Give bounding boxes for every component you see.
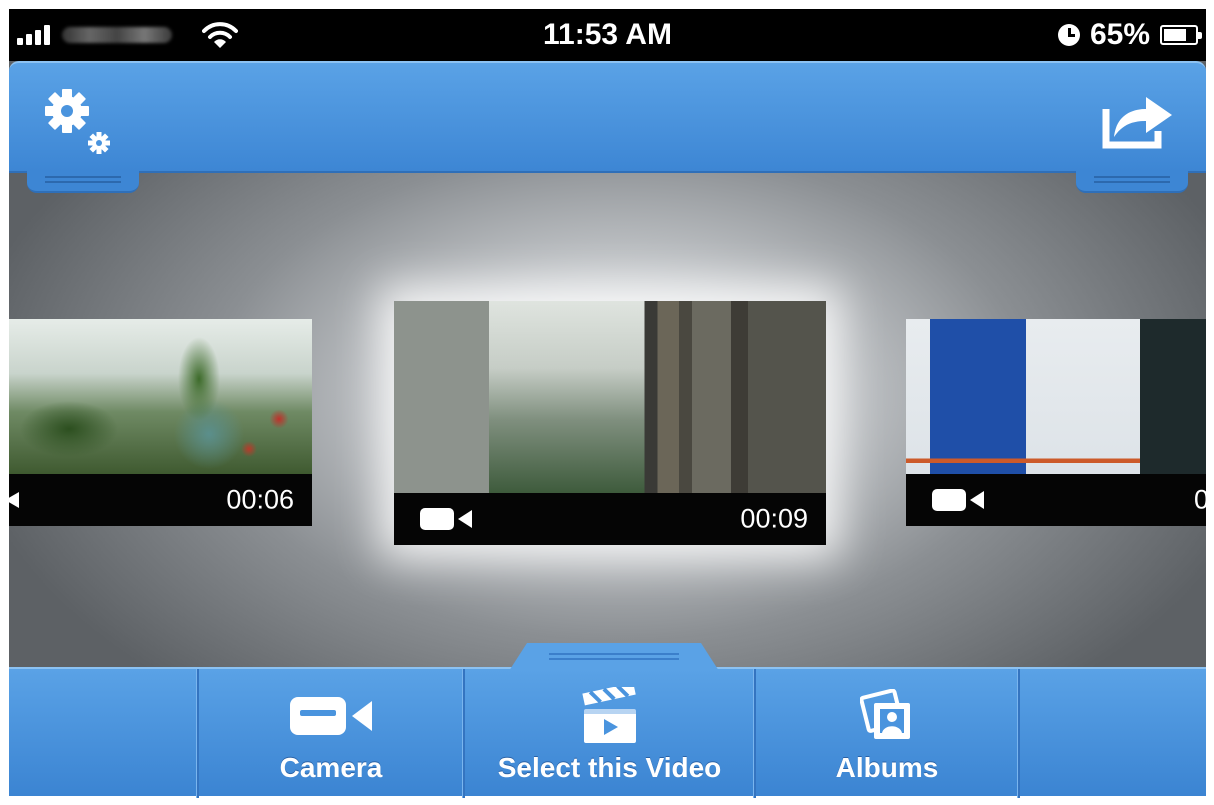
select-video-button[interactable]: Select this Video <box>465 669 756 798</box>
toolbar-empty-right <box>1020 669 1206 798</box>
video-camera-icon <box>288 690 374 742</box>
thumbnail-image-plants <box>9 319 312 474</box>
thumbnail-image-screen <box>906 319 1206 474</box>
settings-gears-icon <box>45 89 110 154</box>
video-carousel-area: 00:06 00:09 00 <box>9 61 1206 667</box>
video-duration: 00:06 <box>226 484 294 515</box>
top-left-tab-notch <box>27 171 139 193</box>
battery-percent: 65% <box>1089 18 1150 51</box>
video-camera-icon <box>932 489 984 511</box>
albums-label: Albums <box>835 752 939 783</box>
video-duration: 00:09 <box>740 503 808 534</box>
share-button[interactable] <box>1100 87 1176 151</box>
video-thumbnail-next[interactable]: 00 <box>906 319 1206 526</box>
video-camera-icon <box>420 508 472 530</box>
top-nav-bar <box>9 61 1206 173</box>
bottom-toolbar: Camera Select this Video Albums <box>9 667 1206 798</box>
status-right: 65% <box>1057 9 1202 61</box>
clock-icon <box>1057 24 1080 46</box>
bottom-tab-notch <box>509 643 719 671</box>
video-thumbnail-previous[interactable]: 00:06 <box>9 319 312 526</box>
share-icon <box>1102 97 1172 149</box>
battery-icon <box>1160 25 1202 45</box>
video-thumbnail-current[interactable]: 00:09 <box>394 301 826 545</box>
thumbnail-image-buildings <box>394 301 826 493</box>
camera-label: Camera <box>279 752 383 783</box>
video-duration: 00 <box>1193 484 1206 515</box>
thumbnail-info-bar: 00:09 <box>394 493 826 545</box>
camera-button[interactable]: Camera <box>199 669 465 798</box>
video-camera-icon <box>9 492 19 508</box>
toolbar-empty-left <box>9 669 199 798</box>
top-right-tab-notch <box>1076 171 1188 193</box>
status-time: 11:53 AM <box>543 18 672 51</box>
select-video-label: Select this Video <box>497 752 722 783</box>
albums-button[interactable]: Albums <box>756 669 1020 798</box>
photo-albums-icon <box>860 689 914 742</box>
settings-button[interactable] <box>37 81 117 161</box>
clapperboard-icon <box>580 687 640 743</box>
thumbnail-info-bar: 00:06 <box>9 474 312 526</box>
status-bar: 11:53 AM 65% <box>9 9 1206 61</box>
thumbnail-info-bar: 00 <box>906 474 1206 526</box>
